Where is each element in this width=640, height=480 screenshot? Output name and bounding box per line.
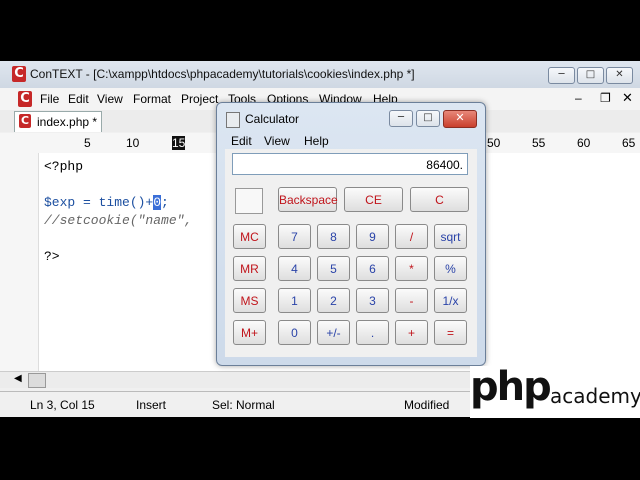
- code-var: $exp = time()+: [44, 195, 154, 210]
- ruler-mark: 60: [577, 136, 591, 150]
- mc-button[interactable]: MC: [233, 224, 266, 249]
- code-line-4: //setcookie("name",: [44, 213, 193, 228]
- zero-button[interactable]: 0: [278, 320, 311, 345]
- close-icon[interactable]: ✕: [606, 67, 633, 84]
- reciprocal-button[interactable]: 1/x: [434, 288, 467, 313]
- decimal-button[interactable]: .: [356, 320, 389, 345]
- three-button[interactable]: 3: [356, 288, 389, 313]
- calculator-icon: [226, 112, 240, 128]
- menu-view[interactable]: View: [97, 92, 123, 106]
- multiply-button[interactable]: *: [395, 256, 428, 281]
- ruler-mark: 15: [172, 136, 186, 150]
- phpacademy-logo: php academy: [470, 364, 640, 418]
- m-plus-button[interactable]: M+: [233, 320, 266, 345]
- logo-php-text: php: [470, 364, 552, 410]
- file-icon: C: [19, 114, 31, 128]
- add-button[interactable]: +: [395, 320, 428, 345]
- document-app-icon: C: [18, 91, 32, 107]
- ruler-mark: 50: [487, 136, 501, 150]
- five-button[interactable]: 5: [317, 256, 350, 281]
- calculator-body: 86400. Backspace CE C MC 7 8 9 / sqrt MR…: [225, 149, 477, 357]
- equals-button[interactable]: =: [434, 320, 467, 345]
- logo-academy-text: academy: [550, 384, 640, 408]
- divide-button[interactable]: /: [395, 224, 428, 249]
- calculator-title: Calculator: [245, 112, 300, 126]
- tab-label: index.php *: [37, 115, 98, 129]
- menu-format[interactable]: Format: [133, 92, 171, 106]
- menu-edit[interactable]: Edit: [68, 92, 89, 106]
- status-position: Ln 3, Col 15: [30, 398, 95, 412]
- maximize-icon[interactable]: □: [577, 67, 604, 84]
- editor-window-title: ConTEXT - [C:\xampp\htdocs\phpacademy\tu…: [30, 67, 415, 81]
- sign-button[interactable]: +/-: [317, 320, 350, 345]
- menu-file[interactable]: File: [40, 92, 59, 106]
- code-line-3: $exp = time()+0;: [44, 195, 169, 210]
- scroll-thumb[interactable]: [28, 373, 46, 388]
- ms-button[interactable]: MS: [233, 288, 266, 313]
- clear-button[interactable]: C: [410, 187, 469, 212]
- text-cursor-selection: 0: [153, 195, 162, 210]
- line-gutter: [0, 153, 39, 371]
- backspace-button[interactable]: Backspace: [278, 187, 338, 212]
- calculator-display: 86400.: [232, 153, 468, 175]
- one-button[interactable]: 1: [278, 288, 311, 313]
- menu-project[interactable]: Project: [181, 92, 218, 106]
- calculator-window: Calculator ─ □ ✕ Edit View Help 86400. B…: [216, 102, 486, 366]
- ruler-mark: 5: [84, 136, 91, 150]
- calc-menu-view[interactable]: View: [264, 134, 290, 148]
- calc-close-icon[interactable]: ✕: [443, 110, 477, 128]
- eight-button[interactable]: 8: [317, 224, 350, 249]
- percent-button[interactable]: %: [434, 256, 467, 281]
- doc-close-icon[interactable]: ✕: [622, 90, 633, 106]
- tab-index-php[interactable]: C index.php *: [14, 111, 102, 132]
- code-semicolon: ;: [161, 195, 169, 210]
- nine-button[interactable]: 9: [356, 224, 389, 249]
- four-button[interactable]: 4: [278, 256, 311, 281]
- calc-menu-help[interactable]: Help: [304, 134, 329, 148]
- editor-title-bar[interactable]: C ConTEXT - [C:\xampp\htdocs\phpacademy\…: [0, 61, 640, 88]
- six-button[interactable]: 6: [356, 256, 389, 281]
- ruler-mark: 65: [622, 136, 636, 150]
- two-button[interactable]: 2: [317, 288, 350, 313]
- memory-indicator: [235, 188, 263, 214]
- ruler-mark: 55: [532, 136, 546, 150]
- doc-minimize-icon[interactable]: –: [575, 91, 582, 105]
- code-line-1: <?php: [44, 159, 84, 174]
- sqrt-button[interactable]: sqrt: [434, 224, 467, 249]
- scroll-left-icon[interactable]: ◀: [14, 373, 22, 384]
- status-selection: Sel: Normal: [212, 398, 275, 412]
- subtract-button[interactable]: -: [395, 288, 428, 313]
- status-modified: Modified: [404, 398, 450, 412]
- minimize-icon[interactable]: ─: [548, 67, 575, 84]
- mr-button[interactable]: MR: [233, 256, 266, 281]
- calc-minimize-icon[interactable]: ─: [389, 110, 413, 127]
- seven-button[interactable]: 7: [278, 224, 311, 249]
- context-app-icon: C: [12, 66, 26, 82]
- ce-button[interactable]: CE: [344, 187, 403, 212]
- calc-menu-edit[interactable]: Edit: [231, 134, 252, 148]
- status-mode: Insert: [136, 398, 167, 412]
- calc-maximize-icon[interactable]: □: [416, 110, 440, 127]
- ruler-mark: 10: [126, 136, 140, 150]
- code-line-6: ?>: [44, 249, 60, 264]
- doc-restore-icon[interactable]: ❐: [600, 91, 611, 105]
